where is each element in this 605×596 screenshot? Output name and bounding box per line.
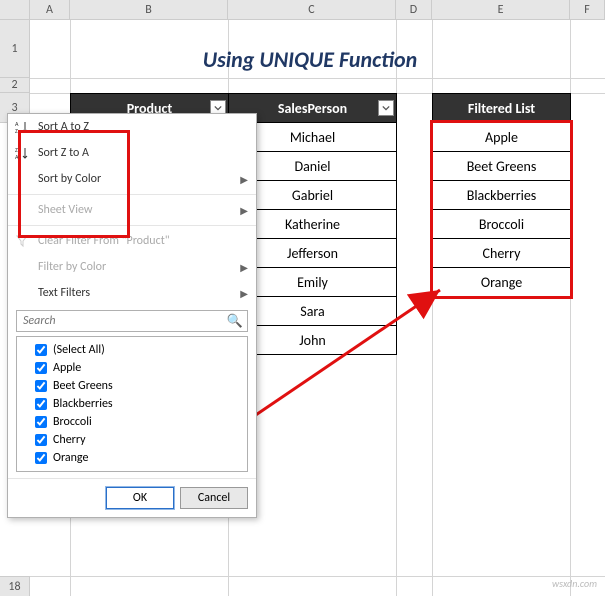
menu-sort-za-label: Sort Z to A <box>38 146 89 160</box>
filter-menu: AZ Sort A to Z ZA Sort Z to A Sort by Co… <box>7 113 257 518</box>
checkbox[interactable] <box>35 380 47 392</box>
svg-text:A: A <box>15 153 19 160</box>
menu-sheet-view-label: Sheet View <box>38 203 92 217</box>
menu-clear-label: Clear Filter From "Product" <box>38 234 170 248</box>
chevron-down-icon <box>214 104 222 112</box>
col-C[interactable]: C <box>228 0 396 19</box>
sort-az-icon: AZ <box>14 119 30 135</box>
checkbox[interactable] <box>35 398 47 410</box>
menu-separator <box>8 225 256 226</box>
cell-filtered-1[interactable]: Apple <box>432 122 571 152</box>
checkbox[interactable] <box>35 344 47 356</box>
filter-dropdown-salesperson[interactable] <box>378 100 394 116</box>
menu-filter-color: Filter by Color ▶ <box>8 254 256 280</box>
menu-sort-color-label: Sort by Color <box>38 172 101 186</box>
menu-sort-color[interactable]: Sort by Color ▶ <box>8 166 256 192</box>
cell-filtered-3[interactable]: Blackberries <box>432 180 571 210</box>
cell-filtered-4[interactable]: Broccoli <box>432 209 571 239</box>
menu-sort-az[interactable]: AZ Sort A to Z <box>8 114 256 140</box>
row-2[interactable]: 2 <box>0 78 30 93</box>
clear-filter-icon <box>14 233 30 249</box>
cell-filtered-5[interactable]: Cherry <box>432 238 571 268</box>
chevron-right-icon: ▶ <box>240 261 248 274</box>
search-icon: 🔍 <box>227 314 243 329</box>
col-E[interactable]: E <box>432 0 570 19</box>
ok-button[interactable]: OK <box>106 487 174 509</box>
check-select-all[interactable]: (Select All) <box>21 341 243 359</box>
menu-clear-filter: Clear Filter From "Product" <box>8 228 256 254</box>
menu-filter-color-label: Filter by Color <box>38 260 106 274</box>
check-label: Broccoli <box>53 415 92 429</box>
col-D[interactable]: D <box>396 0 432 19</box>
row-18[interactable]: 18 <box>0 576 30 596</box>
page-title: Using UNIQUE Function <box>70 46 550 73</box>
checkbox[interactable] <box>35 452 47 464</box>
menu-separator <box>8 194 256 195</box>
column-headers: A B C D E F <box>0 0 605 20</box>
check-item[interactable]: Apple <box>21 359 243 377</box>
check-item[interactable]: Beet Greens <box>21 377 243 395</box>
row-1[interactable]: 1 <box>0 20 30 78</box>
col-F[interactable]: F <box>570 0 605 19</box>
chevron-down-icon <box>382 104 390 112</box>
check-label: Blackberries <box>53 397 113 411</box>
sort-za-icon: ZA <box>14 145 30 161</box>
watermark: wsxdn.com <box>552 577 597 590</box>
col-A[interactable]: A <box>30 0 70 19</box>
header-filtered-list: Filtered List <box>432 93 571 123</box>
menu-sheet-view: Sheet View ▶ <box>8 197 256 223</box>
svg-text:Z: Z <box>15 127 18 134</box>
filter-search[interactable]: 🔍 <box>16 310 248 332</box>
chevron-right-icon: ▶ <box>240 204 248 217</box>
cell-filtered-2[interactable]: Beet Greens <box>432 151 571 181</box>
check-label: Cherry <box>53 433 86 447</box>
filter-checklist: (Select All) Apple Beet Greens Blackberr… <box>16 336 248 472</box>
check-label: (Select All) <box>53 343 105 357</box>
menu-text-filters[interactable]: Text Filters ▶ <box>8 280 256 306</box>
menu-sort-az-label: Sort A to Z <box>38 120 89 134</box>
check-label: Apple <box>53 361 81 375</box>
checkbox[interactable] <box>35 434 47 446</box>
menu-sort-za[interactable]: ZA Sort Z to A <box>8 140 256 166</box>
check-item[interactable]: Cherry <box>21 431 243 449</box>
header-filtered-label: Filtered List <box>468 100 535 117</box>
check-item[interactable]: Blackberries <box>21 395 243 413</box>
check-item[interactable]: Broccoli <box>21 413 243 431</box>
search-input[interactable] <box>21 313 227 329</box>
row-headers: 1 2 3 <box>0 20 30 123</box>
checkbox[interactable] <box>35 416 47 428</box>
cancel-button[interactable]: Cancel <box>180 487 248 509</box>
check-label: Orange <box>53 451 88 465</box>
checkbox[interactable] <box>35 362 47 374</box>
chevron-right-icon: ▶ <box>240 173 248 186</box>
chevron-right-icon: ▶ <box>240 287 248 300</box>
col-B[interactable]: B <box>70 0 228 19</box>
check-label: Beet Greens <box>53 379 113 393</box>
button-row: OK Cancel <box>8 478 256 517</box>
cell-filtered-6[interactable]: Orange <box>432 267 571 297</box>
header-salesperson-label: SalesPerson <box>278 100 347 117</box>
menu-text-filters-label: Text Filters <box>38 286 90 300</box>
check-item[interactable]: Orange <box>21 449 243 467</box>
corner-cell[interactable] <box>0 0 30 20</box>
